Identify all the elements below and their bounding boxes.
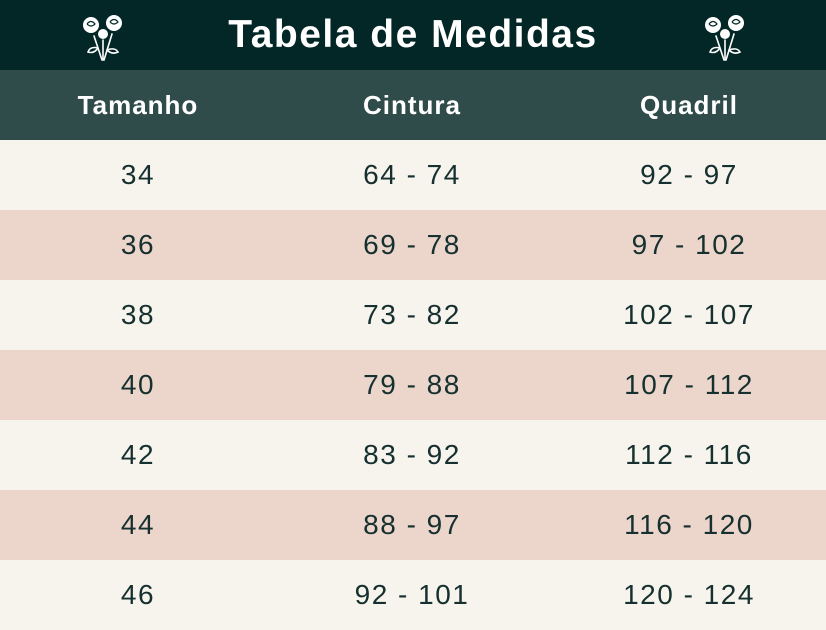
title-bar: Tabela de Medidas [0, 0, 826, 70]
table-row: 36 69 - 78 97 - 102 [0, 210, 826, 280]
table-row: 46 92 - 101 120 - 124 [0, 560, 826, 630]
waist-cell: 73 - 82 [363, 299, 461, 330]
table-header: Tamanho Cintura Quadril [0, 70, 826, 140]
table-row: 44 88 - 97 116 - 120 [0, 490, 826, 560]
hip-cell: 102 - 107 [623, 299, 755, 330]
hip-cell: 120 - 124 [623, 579, 755, 610]
hip-cell: 116 - 120 [624, 509, 754, 540]
hip-cell: 107 - 112 [624, 369, 754, 400]
table-row: 42 83 - 92 112 - 116 [0, 420, 826, 490]
table-row: 34 64 - 74 92 - 97 [0, 140, 826, 210]
size-cell: 46 [120, 579, 156, 610]
waist-cell: 83 - 92 [363, 439, 461, 470]
waist-cell: 92 - 101 [354, 579, 470, 610]
size-cell: 42 [120, 439, 156, 470]
table-row: 38 73 - 82 102 - 107 [0, 280, 826, 350]
hip-cell: 92 - 97 [640, 159, 738, 190]
rose-bouquet-icon [83, 15, 122, 61]
size-cell: 44 [120, 509, 156, 540]
size-cell: 34 [120, 159, 156, 190]
waist-cell: 69 - 78 [363, 229, 461, 260]
waist-cell: 64 - 74 [363, 159, 461, 190]
column-header-tamanho: Tamanho [77, 90, 199, 120]
waist-cell: 88 - 97 [363, 509, 461, 540]
table-row: 40 79 - 88 107 - 112 [0, 350, 826, 420]
size-cell: 38 [120, 299, 156, 330]
rose-bouquet-icon [705, 15, 744, 61]
column-header-quadril: Quadril [639, 90, 738, 120]
waist-cell: 79 - 88 [363, 369, 461, 400]
size-cell: 40 [120, 369, 156, 400]
column-header-cintura: Cintura [363, 90, 461, 120]
size-cell: 36 [120, 229, 156, 260]
hip-cell: 112 - 116 [625, 439, 753, 470]
hip-cell: 97 - 102 [631, 229, 747, 260]
page-title: Tabela de Medidas [228, 13, 598, 56]
